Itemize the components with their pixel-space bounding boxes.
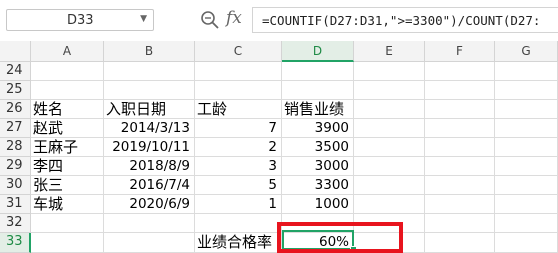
cell[interactable] bbox=[354, 100, 425, 119]
cell[interactable] bbox=[425, 119, 495, 138]
row-header-active[interactable]: 33 bbox=[0, 233, 31, 253]
cell[interactable] bbox=[195, 214, 282, 233]
column-header-b[interactable]: B bbox=[104, 41, 195, 62]
column-header-g[interactable]: G bbox=[495, 41, 558, 62]
cell[interactable] bbox=[31, 233, 104, 253]
cell[interactable] bbox=[195, 81, 282, 100]
cell-header-seniority[interactable]: 工龄 bbox=[195, 100, 282, 119]
cell-name[interactable]: 车城 bbox=[31, 195, 104, 214]
cell[interactable] bbox=[31, 62, 104, 81]
cell-header-name[interactable]: 姓名 bbox=[31, 100, 104, 119]
cell-header-sales[interactable]: 销售业绩 bbox=[282, 100, 354, 119]
cell[interactable] bbox=[354, 195, 425, 214]
cell-sales[interactable]: 3000 bbox=[282, 157, 354, 176]
cell[interactable] bbox=[425, 100, 495, 119]
column-header-f[interactable]: F bbox=[425, 41, 495, 62]
formula-input[interactable]: =COUNTIF(D27:D31,">=3300")/COUNT(D27: bbox=[252, 7, 558, 33]
cell[interactable] bbox=[354, 81, 425, 100]
cell[interactable] bbox=[425, 81, 495, 100]
row-header[interactable]: 29 bbox=[0, 157, 31, 176]
column-header-a[interactable]: A bbox=[31, 41, 104, 62]
cell[interactable] bbox=[425, 214, 495, 233]
formula-bar: D33 ▼ fx =COUNTIF(D27:D31,">=3300")/COUN… bbox=[0, 0, 558, 42]
row-header[interactable]: 28 bbox=[0, 138, 31, 157]
cell[interactable] bbox=[425, 176, 495, 195]
cell[interactable] bbox=[104, 62, 195, 81]
cell-name[interactable]: 张三 bbox=[31, 176, 104, 195]
cell[interactable] bbox=[495, 119, 558, 138]
cell-date[interactable]: 2020/6/9 bbox=[104, 195, 195, 214]
cell-sales[interactable]: 3300 bbox=[282, 176, 354, 195]
cell[interactable] bbox=[354, 62, 425, 81]
cell[interactable] bbox=[282, 62, 354, 81]
cell-name[interactable]: 王麻子 bbox=[31, 138, 104, 157]
cell[interactable] bbox=[354, 157, 425, 176]
cell-name[interactable]: 李四 bbox=[31, 157, 104, 176]
cell-pass-rate-label[interactable]: 业绩合格率 bbox=[195, 233, 282, 253]
row-header[interactable]: 25 bbox=[0, 81, 31, 100]
cell[interactable] bbox=[354, 138, 425, 157]
chevron-down-icon[interactable]: ▼ bbox=[140, 14, 147, 24]
fx-icon[interactable]: fx bbox=[226, 8, 242, 28]
cell[interactable] bbox=[495, 195, 558, 214]
cell[interactable] bbox=[31, 81, 104, 100]
cell-seniority[interactable]: 5 bbox=[195, 176, 282, 195]
cell-header-hire-date[interactable]: 入职日期 bbox=[104, 100, 195, 119]
highlight-annotation-box bbox=[277, 222, 403, 253]
cell[interactable] bbox=[425, 138, 495, 157]
cell-seniority[interactable]: 7 bbox=[195, 119, 282, 138]
cell[interactable] bbox=[425, 62, 495, 81]
cell-name[interactable]: 赵武 bbox=[31, 119, 104, 138]
cell[interactable] bbox=[495, 157, 558, 176]
row-header[interactable]: 27 bbox=[0, 119, 31, 138]
cell-date[interactable]: 2016/7/4 bbox=[104, 176, 195, 195]
cell-seniority[interactable]: 2 bbox=[195, 138, 282, 157]
row-header[interactable]: 32 bbox=[0, 214, 31, 233]
cell-sales[interactable]: 3500 bbox=[282, 138, 354, 157]
column-header-e[interactable]: E bbox=[354, 41, 425, 62]
column-header-c[interactable]: C bbox=[195, 41, 282, 62]
cell[interactable] bbox=[282, 81, 354, 100]
cell-date[interactable]: 2018/8/9 bbox=[104, 157, 195, 176]
cell[interactable] bbox=[495, 233, 558, 253]
cell[interactable] bbox=[495, 138, 558, 157]
cell-seniority[interactable]: 3 bbox=[195, 157, 282, 176]
cell[interactable] bbox=[495, 62, 558, 81]
cell[interactable] bbox=[495, 214, 558, 233]
select-all-corner[interactable] bbox=[0, 41, 31, 62]
name-box[interactable]: D33 ▼ bbox=[6, 9, 154, 31]
cell[interactable] bbox=[104, 214, 195, 233]
cell[interactable] bbox=[425, 195, 495, 214]
name-box-value: D33 bbox=[67, 13, 94, 28]
row-header[interactable]: 26 bbox=[0, 100, 31, 119]
row-header[interactable]: 24 bbox=[0, 62, 31, 81]
cell[interactable] bbox=[425, 233, 495, 253]
row-header[interactable]: 30 bbox=[0, 176, 31, 195]
cell[interactable] bbox=[495, 81, 558, 100]
cell-date[interactable]: 2014/3/13 bbox=[104, 119, 195, 138]
formula-text: =COUNTIF(D27:D31,">=3300")/COUNT(D27: bbox=[262, 13, 541, 28]
column-header-d[interactable]: D bbox=[282, 41, 354, 62]
cell-seniority[interactable]: 1 bbox=[195, 195, 282, 214]
cell-sales[interactable]: 3900 bbox=[282, 119, 354, 138]
cell[interactable] bbox=[495, 176, 558, 195]
cell[interactable] bbox=[354, 119, 425, 138]
cell[interactable] bbox=[31, 214, 104, 233]
cell[interactable] bbox=[104, 233, 195, 253]
cell[interactable] bbox=[195, 62, 282, 81]
zoom-icon[interactable] bbox=[200, 10, 220, 30]
row-header[interactable]: 31 bbox=[0, 195, 31, 214]
cell-date[interactable]: 2019/10/11 bbox=[104, 138, 195, 157]
cell[interactable] bbox=[425, 157, 495, 176]
cell[interactable] bbox=[104, 81, 195, 100]
cell[interactable] bbox=[495, 100, 558, 119]
cell[interactable] bbox=[354, 176, 425, 195]
cell-sales[interactable]: 1000 bbox=[282, 195, 354, 214]
